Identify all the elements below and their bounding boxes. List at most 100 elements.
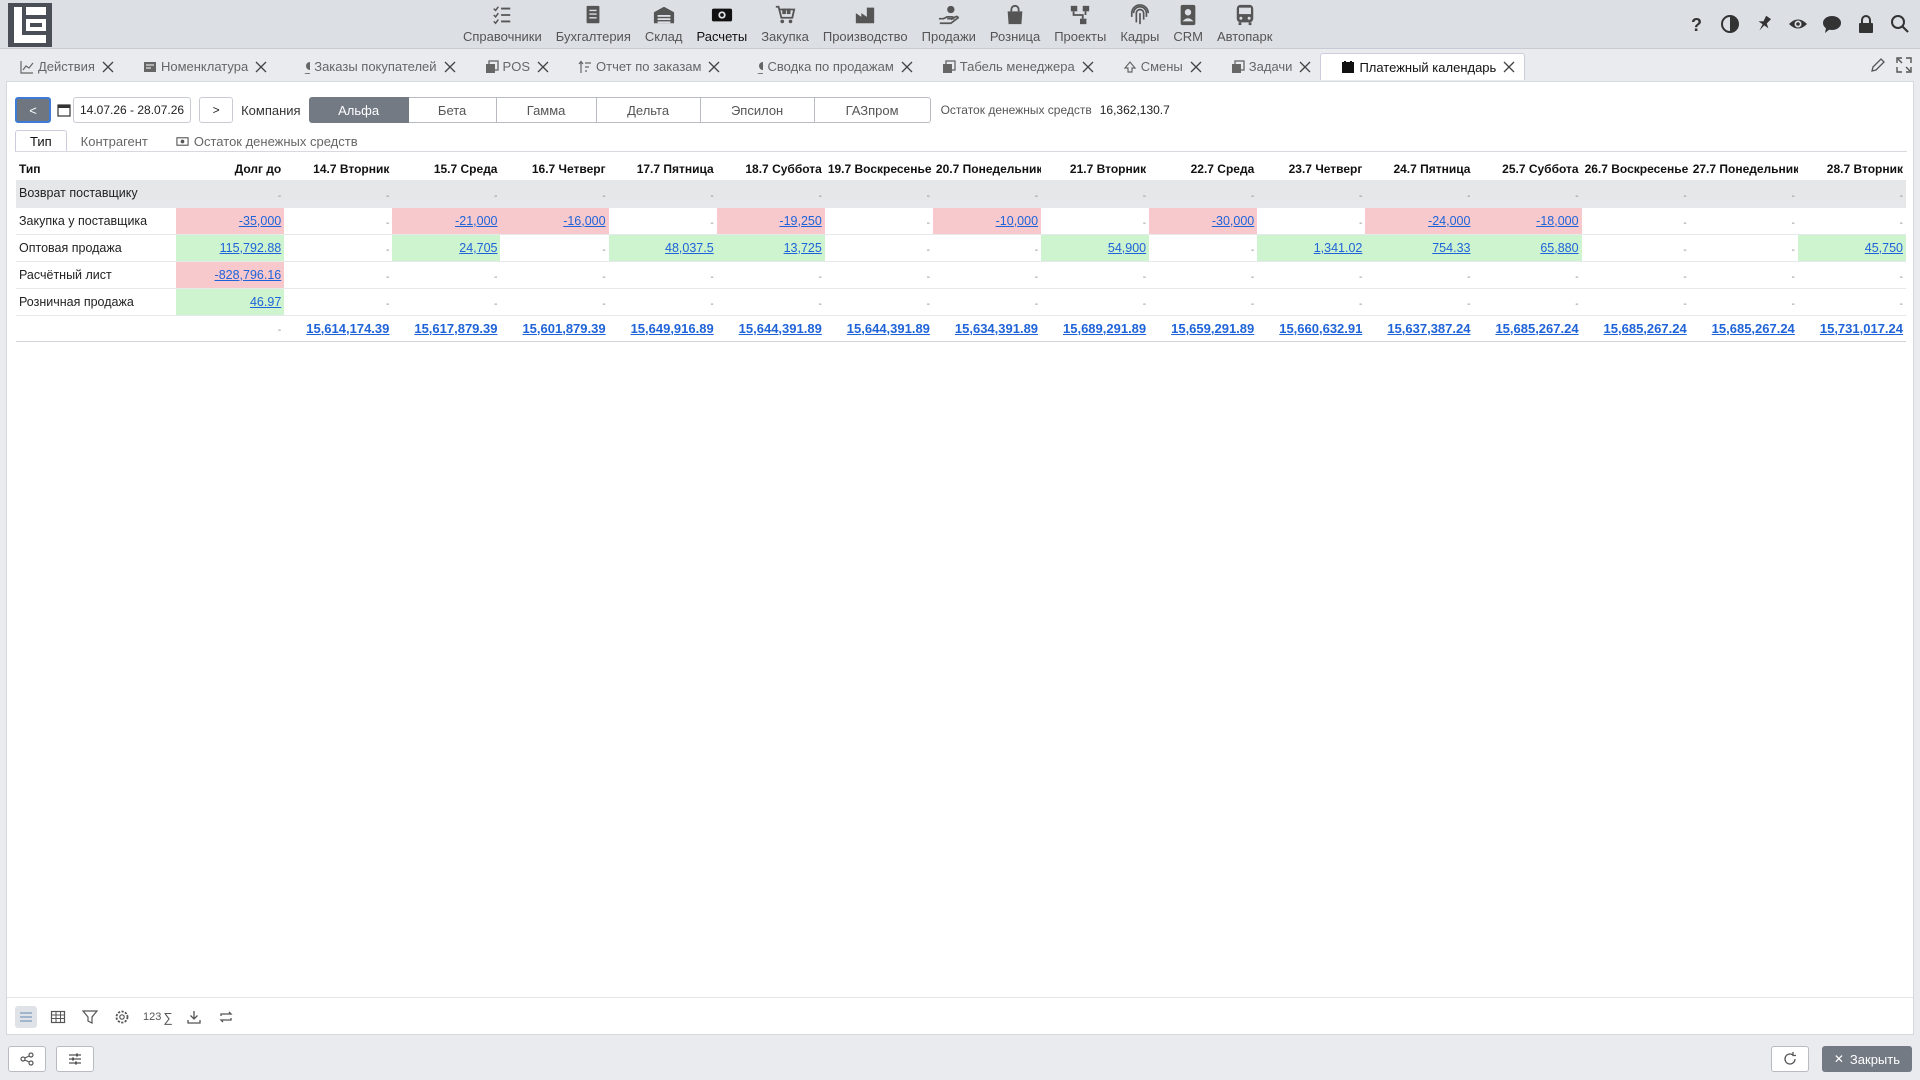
eye-icon[interactable] <box>1786 12 1810 36</box>
amount-link[interactable]: -18,000 <box>1536 214 1578 228</box>
pin-icon[interactable] <box>1752 12 1776 36</box>
total-link[interactable]: 15,614,174.39 <box>306 321 389 336</box>
subtab-2[interactable]: Остаток денежных средств <box>162 130 372 152</box>
total-link[interactable]: 15,601,879.39 <box>522 321 605 336</box>
column-header[interactable]: 26.7 Воскресенье <box>1582 158 1690 180</box>
nav-item-5[interactable]: Производство <box>816 0 915 49</box>
close-button[interactable]: ✕ Закрыть <box>1821 1046 1912 1072</box>
download-icon[interactable] <box>183 1006 205 1028</box>
nav-item-10[interactable]: CRM <box>1166 0 1210 49</box>
tab-1[interactable]: Номенклатура <box>123 53 276 80</box>
column-header[interactable]: 28.7 Вторник <box>1798 158 1906 180</box>
total-link[interactable]: 15,637,387.24 <box>1387 321 1470 336</box>
amount-link[interactable]: 46.97 <box>250 295 281 309</box>
tab-2[interactable]: Заказы покупателей <box>276 53 464 80</box>
nav-item-1[interactable]: Бухгалтерия <box>549 0 638 49</box>
total-link[interactable]: 15,634,391.89 <box>955 321 1038 336</box>
tab-4[interactable]: Отчет по заказам <box>558 53 729 80</box>
nav-item-9[interactable]: Кадры <box>1113 0 1166 49</box>
amount-link[interactable]: -21,000 <box>455 214 497 228</box>
nav-item-11[interactable]: Автопарк <box>1210 0 1280 49</box>
total-link[interactable]: 15,685,267.24 <box>1604 321 1687 336</box>
total-link[interactable]: 15,689,291.89 <box>1063 321 1146 336</box>
total-link[interactable]: 15,660,632.91 <box>1279 321 1362 336</box>
amount-link[interactable]: 24,705 <box>459 241 497 255</box>
amount-link[interactable]: -24,000 <box>1428 214 1470 228</box>
company-option-4[interactable]: Эпсилон <box>700 97 815 123</box>
amount-link[interactable]: -16,000 <box>563 214 605 228</box>
close-icon[interactable] <box>254 60 268 74</box>
app-logo[interactable] <box>8 3 52 47</box>
next-period-button[interactable]: > <box>199 97 234 123</box>
help-icon[interactable]: ? <box>1684 12 1708 36</box>
column-header[interactable]: 19.7 Воскресенье <box>825 158 933 180</box>
total-link[interactable]: 15,685,267.24 <box>1495 321 1578 336</box>
column-header[interactable]: 24.7 Пятница <box>1365 158 1473 180</box>
total-link[interactable]: 15,617,879.39 <box>414 321 497 336</box>
totals-toggle[interactable]: 123 ∑ <box>143 1010 173 1025</box>
column-header[interactable]: Тип <box>16 158 176 180</box>
lock-icon[interactable] <box>1854 12 1878 36</box>
total-link[interactable]: 15,644,391.89 <box>739 321 822 336</box>
column-header[interactable]: 18.7 Суббота <box>717 158 825 180</box>
tab-3[interactable]: POS <box>465 53 558 80</box>
total-link[interactable]: 15,731,017.24 <box>1820 321 1903 336</box>
close-icon[interactable] <box>1502 60 1516 74</box>
close-icon[interactable] <box>1298 60 1312 74</box>
total-link[interactable]: 15,649,916.89 <box>631 321 714 336</box>
column-header[interactable]: 16.7 Четверг <box>500 158 608 180</box>
nav-item-3[interactable]: Расчеты <box>689 0 754 49</box>
tab-7[interactable]: Смены <box>1103 53 1211 80</box>
total-link[interactable]: 15,644,391.89 <box>847 321 930 336</box>
column-header[interactable]: 27.7 Понедельник <box>1690 158 1798 180</box>
amount-link[interactable]: 1,341.02 <box>1314 241 1363 255</box>
list-view-icon[interactable] <box>15 1006 37 1028</box>
amount-link[interactable]: 48,037.5 <box>665 241 714 255</box>
column-header[interactable]: 22.7 Среда <box>1149 158 1257 180</box>
filter-icon[interactable] <box>79 1006 101 1028</box>
nav-item-2[interactable]: Склад <box>638 0 690 49</box>
close-icon[interactable] <box>1081 60 1095 74</box>
close-icon[interactable] <box>900 60 914 74</box>
close-icon[interactable] <box>101 60 115 74</box>
amount-link[interactable]: -19,250 <box>779 214 821 228</box>
amount-link[interactable]: -30,000 <box>1212 214 1254 228</box>
contrast-icon[interactable] <box>1718 12 1742 36</box>
nav-item-7[interactable]: Розница <box>983 0 1047 49</box>
company-option-2[interactable]: Гамма <box>496 97 597 123</box>
settings-icon[interactable] <box>111 1006 133 1028</box>
column-header[interactable]: 20.7 Понедельник <box>933 158 1041 180</box>
close-icon[interactable] <box>443 60 457 74</box>
nav-item-6[interactable]: Продажи <box>915 0 983 49</box>
company-option-3[interactable]: Дельта <box>596 97 701 123</box>
amount-link[interactable]: 45,750 <box>1865 241 1903 255</box>
amount-link[interactable]: 754.33 <box>1432 241 1470 255</box>
total-link[interactable]: 15,685,267.24 <box>1712 321 1795 336</box>
amount-link[interactable]: 54,900 <box>1108 241 1146 255</box>
search-icon[interactable] <box>1888 12 1912 36</box>
amount-link[interactable]: 13,725 <box>784 241 822 255</box>
company-option-0[interactable]: Альфа <box>308 97 409 123</box>
tab-9[interactable]: Платежный календарь <box>1320 53 1526 80</box>
tab-6[interactable]: Табель менеджера <box>922 53 1103 80</box>
share-button[interactable] <box>8 1046 46 1072</box>
company-option-1[interactable]: Бета <box>408 97 497 123</box>
grid-view-icon[interactable] <box>47 1006 69 1028</box>
tab-0[interactable]: Действия <box>0 53 123 80</box>
column-header[interactable]: 15.7 Среда <box>392 158 500 180</box>
close-icon[interactable] <box>1189 60 1203 74</box>
calendar-icon[interactable] <box>57 103 71 117</box>
date-range-field[interactable]: 14.07.26 - 28.07.26 <box>73 97 192 123</box>
close-icon[interactable] <box>707 60 721 74</box>
edit-icon[interactable] <box>1870 57 1886 76</box>
nav-item-4[interactable]: Закупка <box>754 0 816 49</box>
subtab-1[interactable]: Контрагент <box>67 130 162 152</box>
column-header[interactable]: 17.7 Пятница <box>609 158 717 180</box>
amount-link[interactable]: 115,792.88 <box>220 241 282 255</box>
amount-link[interactable]: -10,000 <box>996 214 1038 228</box>
subtab-0[interactable]: Тип <box>15 130 67 152</box>
column-header[interactable]: Долг до <box>176 158 284 180</box>
column-header[interactable]: 25.7 Суббота <box>1473 158 1581 180</box>
amount-link[interactable]: 65,880 <box>1540 241 1578 255</box>
total-link[interactable]: 15,659,291.89 <box>1171 321 1254 336</box>
